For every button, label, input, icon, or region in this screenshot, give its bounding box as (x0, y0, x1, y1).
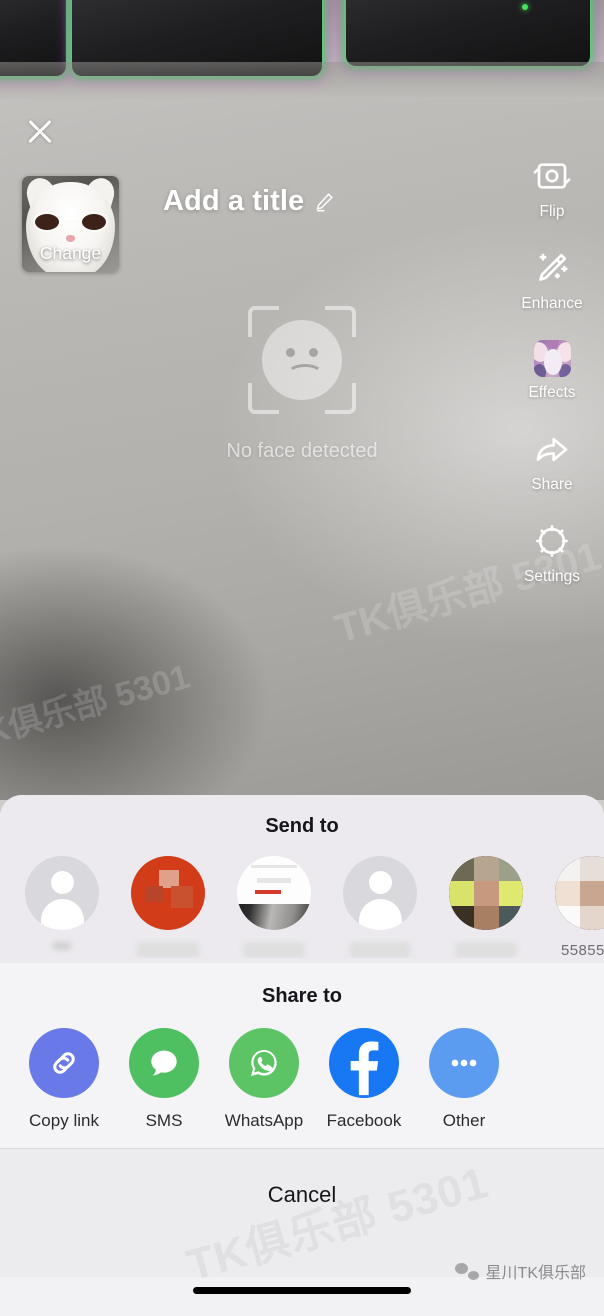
no-face-label: No face detected (226, 440, 378, 462)
avatar (131, 856, 205, 930)
facebook-label: Facebook (326, 1111, 402, 1130)
link-chain-icon (53, 1052, 75, 1074)
contact-item[interactable] (438, 856, 534, 958)
share-facebook[interactable]: Facebook (314, 1028, 414, 1131)
contact-item[interactable]: 55855 (544, 856, 604, 958)
contact-name (53, 942, 71, 950)
sunglasses-icon (33, 212, 108, 232)
enhance-button[interactable]: Enhance (510, 248, 594, 313)
ellipsis-icon (451, 1059, 477, 1067)
share-to-section: Share to Copy link SMS WhatsApp Facebook… (0, 963, 604, 1148)
camera-flip-icon (533, 163, 571, 189)
watermark-text: 星川TK俱乐部 (485, 1265, 586, 1282)
change-label: Change (39, 243, 102, 263)
send-to-section: Send to 55855 (0, 795, 604, 963)
other-label: Other (442, 1111, 486, 1130)
flip-button[interactable]: Flip (510, 156, 594, 221)
share-label: Share (531, 476, 573, 493)
avatar (449, 856, 523, 930)
settings-label: Settings (523, 568, 580, 585)
contact-name: 55855 (561, 942, 604, 958)
contacts-row[interactable]: 55855 (0, 838, 604, 958)
default-person-avatar (343, 856, 417, 930)
default-person-avatar (25, 856, 99, 930)
wechat-icon (454, 1262, 479, 1280)
flip-label: Flip (539, 203, 565, 220)
sms-label: SMS (145, 1111, 183, 1130)
contact-name (137, 942, 199, 958)
avatar (237, 856, 311, 930)
title-row: Change Add a title (22, 176, 335, 272)
whatsapp-icon (251, 1050, 277, 1076)
share-whatsapp[interactable]: WhatsApp (214, 1028, 314, 1131)
contact-item[interactable] (14, 856, 110, 950)
share-targets-row: Copy link SMS WhatsApp Facebook Other (0, 1008, 604, 1131)
contact-item[interactable] (332, 856, 428, 958)
contact-name (243, 942, 305, 958)
contact-name (455, 942, 517, 958)
watermark: 星川TK俱乐部 (454, 1259, 586, 1283)
magic-wand-icon (539, 253, 568, 281)
close-icon[interactable] (22, 112, 60, 152)
add-title-label: Add a title (163, 185, 305, 217)
keyboard-shadow (0, 62, 604, 100)
share-other[interactable]: Other (414, 1028, 514, 1131)
send-to-title: Send to (265, 815, 339, 837)
keyboard-key (346, 0, 590, 66)
face-detection-status: No face detected (0, 306, 604, 463)
sad-face-icon (262, 320, 342, 400)
home-indicator (193, 1287, 411, 1294)
whatsapp-label: WhatsApp (224, 1111, 304, 1130)
gear-icon (536, 525, 568, 557)
keyboard-photo (0, 0, 604, 100)
contact-item[interactable] (226, 856, 322, 958)
message-bubble-icon (151, 1050, 177, 1076)
phone-screen: TK俱乐部 5301 TK俱乐部 5301 Change Add a title (0, 0, 604, 1316)
settings-button[interactable]: Settings (510, 521, 594, 586)
contact-name (349, 942, 411, 958)
share-sms[interactable]: SMS (114, 1028, 214, 1131)
viewfinder-frame (248, 306, 356, 414)
facebook-icon (350, 1041, 379, 1096)
pencil-icon (316, 192, 334, 211)
change-photo-thumbnail[interactable]: Change (22, 176, 119, 272)
share-copy-link[interactable]: Copy link (14, 1028, 114, 1131)
add-title-button[interactable]: Add a title (163, 185, 335, 218)
copy-link-label: Copy link (29, 1111, 99, 1130)
contact-item[interactable] (120, 856, 216, 958)
avatar (555, 856, 604, 930)
share-to-title: Share to (261, 985, 343, 1007)
